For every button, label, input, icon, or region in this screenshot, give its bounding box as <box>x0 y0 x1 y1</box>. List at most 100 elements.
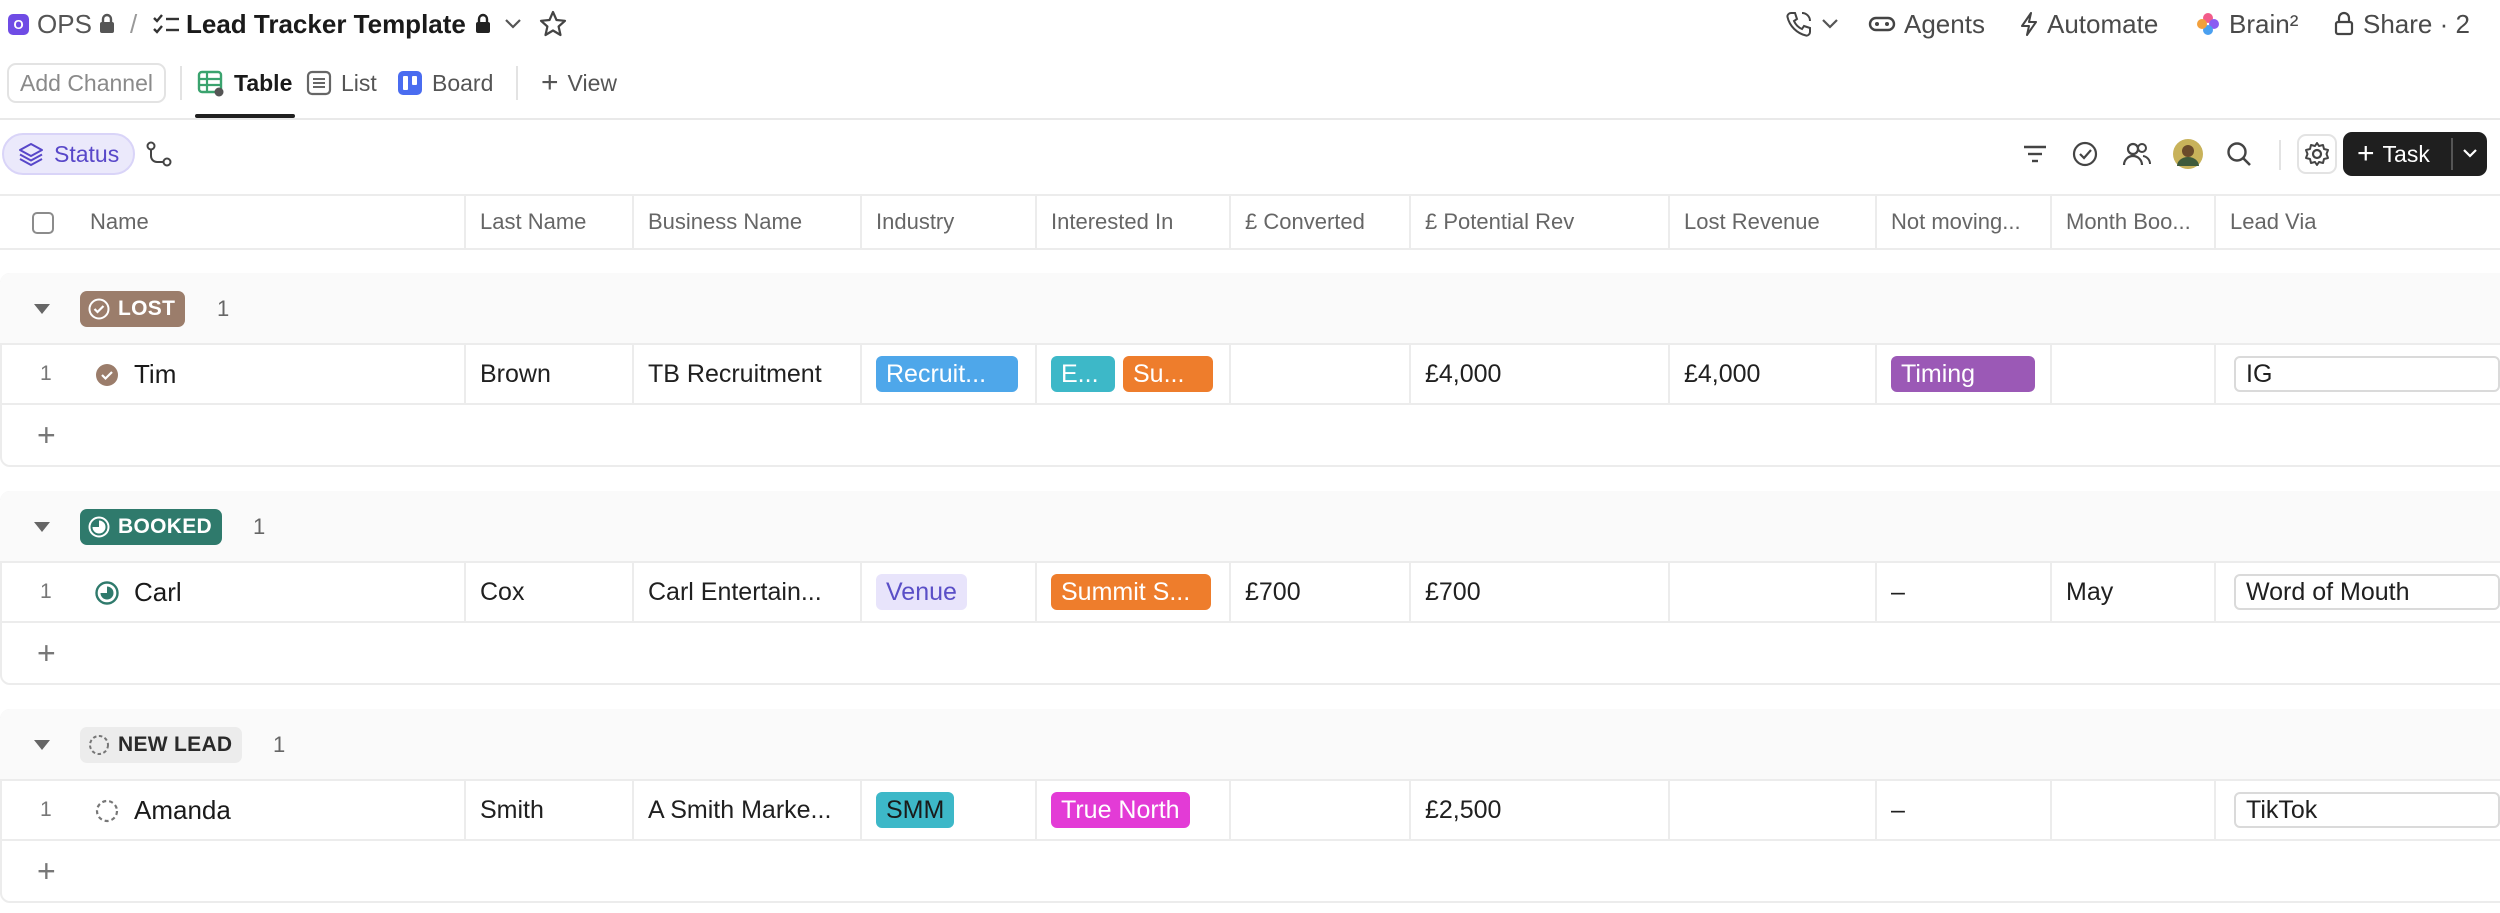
column-header-last-name[interactable]: Last Name <box>464 196 632 248</box>
brain-button[interactable]: Brain² <box>2195 0 2298 48</box>
add-channel-button[interactable]: Add Channel <box>7 63 166 103</box>
plus-icon: + <box>37 635 56 671</box>
list-title: Lead Tracker Template <box>186 8 466 39</box>
month-booked-cell[interactable]: May <box>2050 563 2214 621</box>
converted-cell[interactable] <box>1229 345 1409 403</box>
status-label: LOST <box>118 297 176 320</box>
status-group-booked: BOOKED 1 1 Carl Cox Carl Entertain... Ve… <box>0 491 2500 687</box>
call-menu[interactable] <box>1785 0 1839 48</box>
column-header-month-booked[interactable]: Month Boo... <box>2050 196 2214 248</box>
last-name-cell[interactable]: Cox <box>464 563 632 621</box>
tab-board[interactable]: Board <box>397 48 493 118</box>
status-filter-label: Status <box>54 140 120 167</box>
status-badge[interactable]: LOST <box>80 291 186 327</box>
status-badge[interactable]: NEW LEAD <box>80 727 243 763</box>
status-group-button[interactable]: Status <box>2 133 136 175</box>
interested-in-cell[interactable]: E... Su... <box>1035 345 1229 403</box>
automate-button[interactable]: Automate <box>2019 0 2158 48</box>
layers-icon <box>19 143 43 167</box>
column-header-converted[interactable]: £ Converted <box>1229 196 1409 248</box>
not-moving-cell[interactable]: Timing <box>1875 345 2050 403</box>
divider <box>2279 140 2281 170</box>
potential-rev-cell[interactable]: £2,500 <box>1409 781 1668 839</box>
lead-via-dropdown[interactable]: IG <box>2234 356 2500 392</box>
collapse-caret-icon[interactable] <box>34 304 50 314</box>
add-view-button[interactable]: + View <box>541 48 617 118</box>
collapse-caret-icon[interactable] <box>34 740 50 750</box>
lost-revenue-cell[interactable] <box>1668 563 1875 621</box>
subtasks-icon[interactable] <box>142 137 176 171</box>
interested-in-cell[interactable]: Summit S... <box>1035 563 1229 621</box>
workspace-crumb[interactable]: O OPS <box>8 0 116 48</box>
divider <box>516 66 518 100</box>
table-row[interactable]: 1 Tim Brown TB Recruitment Recruit... E.… <box>0 345 2500 405</box>
lead-via-dropdown[interactable]: TikTok <box>2234 792 2500 828</box>
potential-rev-cell[interactable]: £4,000 <box>1409 345 1668 403</box>
checklist-icon <box>153 14 179 34</box>
chevron-down-icon[interactable] <box>504 18 522 30</box>
add-task-row[interactable]: + <box>0 405 2500 465</box>
business-name-cell[interactable]: TB Recruitment <box>632 345 860 403</box>
column-header-lead-via[interactable]: Lead Via <box>2214 196 2500 248</box>
task-name[interactable]: Carl <box>134 563 182 621</box>
agents-button[interactable]: Agents <box>1868 0 1985 48</box>
lead-via-cell[interactable]: IG <box>2214 345 2500 403</box>
tab-label: Table <box>234 69 293 96</box>
search-icon[interactable] <box>2222 137 2256 171</box>
status-badge[interactable]: BOOKED <box>80 509 222 545</box>
settings-gear-icon[interactable] <box>2297 134 2337 174</box>
add-task-row[interactable]: + <box>0 623 2500 683</box>
column-header-lost-revenue[interactable]: Lost Revenue <box>1668 196 1875 248</box>
list-title-crumb[interactable]: Lead Tracker Template <box>152 0 522 48</box>
collapse-caret-icon[interactable] <box>34 522 50 532</box>
column-header-interested-in[interactable]: Interested In <box>1035 196 1229 248</box>
table-row[interactable]: 1 Carl Cox Carl Entertain... Venue Summi… <box>0 563 2500 623</box>
business-name-cell[interactable]: A Smith Marke... <box>632 781 860 839</box>
potential-rev-cell[interactable]: £700 <box>1409 563 1668 621</box>
industry-cell[interactable]: Venue <box>860 563 1035 621</box>
lead-via-cell[interactable]: Word of Mouth <box>2214 563 2500 621</box>
tab-list[interactable]: List <box>306 48 377 118</box>
interest-tag: Summit S... <box>1051 574 1211 610</box>
status-new-lead-icon[interactable] <box>95 799 119 823</box>
select-all-checkbox[interactable] <box>32 212 54 234</box>
assignees-icon[interactable] <box>2120 137 2154 171</box>
lost-revenue-cell[interactable]: £4,000 <box>1668 345 1875 403</box>
table-row[interactable]: 1 Amanda Smith A Smith Marke... SMM True… <box>0 781 2500 841</box>
star-icon[interactable] <box>539 10 567 38</box>
business-name-cell[interactable]: Carl Entertain... <box>632 563 860 621</box>
row-number: 1 <box>40 798 52 821</box>
column-header-industry[interactable]: Industry <box>860 196 1035 248</box>
column-header-business-name[interactable]: Business Name <box>632 196 860 248</box>
tab-table[interactable]: Table <box>197 48 292 118</box>
filter-icon[interactable] <box>2018 137 2052 171</box>
task-name[interactable]: Amanda <box>134 781 231 839</box>
chevron-down-icon[interactable] <box>2462 148 2478 160</box>
status-booked-icon[interactable] <box>95 581 119 605</box>
last-name-cell[interactable]: Smith <box>464 781 632 839</box>
not-moving-cell[interactable]: – <box>1875 563 2050 621</box>
check-circle-icon[interactable] <box>2068 137 2102 171</box>
month-booked-cell[interactable] <box>2050 781 2214 839</box>
lost-revenue-cell[interactable] <box>1668 781 1875 839</box>
interested-in-cell[interactable]: True North <box>1035 781 1229 839</box>
month-booked-cell[interactable] <box>2050 345 2214 403</box>
industry-cell[interactable]: SMM <box>860 781 1035 839</box>
lead-via-dropdown[interactable]: Word of Mouth <box>2234 574 2500 610</box>
status-lost-icon[interactable] <box>95 363 119 387</box>
industry-cell[interactable]: Recruit... <box>860 345 1035 403</box>
not-moving-cell[interactable]: – <box>1875 781 2050 839</box>
converted-cell[interactable] <box>1229 781 1409 839</box>
share-button[interactable]: Share · 2 <box>2333 0 2470 48</box>
last-name-cell[interactable]: Brown <box>464 345 632 403</box>
avatar[interactable] <box>2171 137 2205 171</box>
add-task-row[interactable]: + <box>0 841 2500 901</box>
add-task-button[interactable]: + Task <box>2343 132 2487 176</box>
lead-via-cell[interactable]: TikTok <box>2214 781 2500 839</box>
task-name[interactable]: Tim <box>134 345 176 403</box>
converted-cell[interactable]: £700 <box>1229 563 1409 621</box>
column-header-name[interactable]: Name <box>76 196 464 248</box>
column-header-potential-rev[interactable]: £ Potential Rev <box>1409 196 1668 248</box>
filter-toolbar: Status + Task <box>0 118 2500 192</box>
column-header-not-moving[interactable]: Not moving... <box>1875 196 2050 248</box>
